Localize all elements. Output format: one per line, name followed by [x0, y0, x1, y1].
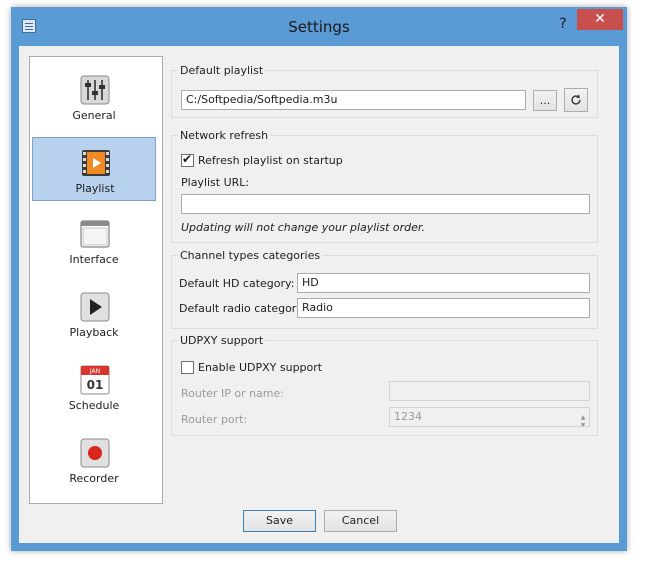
playlist-path-input[interactable]: C:/Softpedia/Softpedia.m3u — [181, 90, 526, 110]
settings-sidebar: General Playlist Interface Playback JAN … — [29, 56, 163, 504]
window-icon — [80, 220, 110, 248]
group-title: Default playlist — [178, 64, 266, 77]
sidebar-item-label: Interface — [69, 253, 119, 266]
playlist-order-note: Updating will not change your playlist o… — [181, 221, 425, 234]
group-title: UDPXY support — [178, 334, 266, 347]
enable-udpxy-checkbox[interactable] — [181, 361, 194, 374]
sliders-icon — [80, 75, 110, 105]
sidebar-item-interface[interactable]: Interface — [32, 209, 156, 273]
calendar-month-text: JAN — [89, 368, 100, 375]
udpxy-group: UDPXY support Enable UDPXY support Route… — [171, 334, 598, 436]
sidebar-item-label: Recorder — [69, 472, 119, 485]
title-bar[interactable]: Settings ? ✕ — [11, 7, 627, 46]
router-ip-label: Router IP or name: — [181, 387, 284, 400]
refresh-on-startup-label: Refresh playlist on startup — [198, 154, 343, 167]
enable-udpxy-label: Enable UDPXY support — [198, 361, 323, 374]
sidebar-item-label: General — [72, 109, 116, 122]
calendar-icon: JAN 01 — [80, 365, 110, 395]
refresh-on-startup-checkbox[interactable] — [181, 152, 194, 167]
sidebar-item-playback[interactable]: Playback — [32, 282, 156, 346]
channel-types-group: Channel types categories Default HD cate… — [171, 249, 598, 329]
group-title: Channel types categories — [178, 249, 323, 262]
film-icon — [82, 150, 110, 176]
cancel-button[interactable]: Cancel — [324, 510, 397, 532]
radio-category-input[interactable]: Radio — [297, 298, 590, 318]
record-icon — [80, 438, 110, 468]
radio-category-label: Default radio category: — [179, 302, 306, 315]
save-button[interactable]: Save — [243, 510, 316, 532]
browse-button[interactable]: ... — [533, 90, 557, 111]
router-port-label: Router port: — [181, 413, 248, 426]
hd-category-label: Default HD category: — [179, 277, 295, 290]
router-port-value: 1234 — [394, 410, 422, 423]
reset-playlist-button[interactable] — [564, 88, 588, 112]
group-title: Network refresh — [178, 129, 271, 142]
close-button[interactable]: ✕ — [577, 9, 623, 30]
router-port-spinbox[interactable]: 1234 ▲ ▼ — [389, 407, 590, 427]
sidebar-item-recorder[interactable]: Recorder — [32, 428, 156, 492]
sidebar-item-playlist[interactable]: Playlist — [32, 137, 156, 201]
spin-arrows-icon[interactable]: ▲ ▼ — [578, 414, 588, 426]
default-playlist-group: Default playlist C:/Softpedia/Softpedia.… — [171, 64, 598, 118]
refresh-icon — [571, 94, 581, 105]
play-icon — [80, 292, 110, 322]
playlist-url-label: Playlist URL: — [181, 176, 250, 189]
dialog-client-area: General Playlist Interface Playback JAN … — [19, 46, 619, 543]
hd-category-input[interactable]: HD — [297, 273, 590, 293]
network-refresh-group: Network refresh Refresh playlist on star… — [171, 129, 598, 243]
help-button[interactable]: ? — [551, 13, 575, 35]
calendar-day-text: 01 — [87, 378, 104, 392]
sidebar-item-general[interactable]: General — [32, 65, 156, 129]
router-ip-input[interactable] — [389, 381, 590, 401]
sidebar-item-label: Playback — [69, 326, 119, 339]
sidebar-item-label: Playlist — [75, 182, 115, 195]
playlist-url-input[interactable] — [181, 194, 590, 214]
settings-window: Settings ? ✕ General Playlist Interface … — [11, 7, 627, 551]
window-title: Settings — [288, 18, 350, 36]
sidebar-item-label: Schedule — [68, 399, 120, 412]
sidebar-item-schedule[interactable]: JAN 01 Schedule — [32, 355, 156, 419]
